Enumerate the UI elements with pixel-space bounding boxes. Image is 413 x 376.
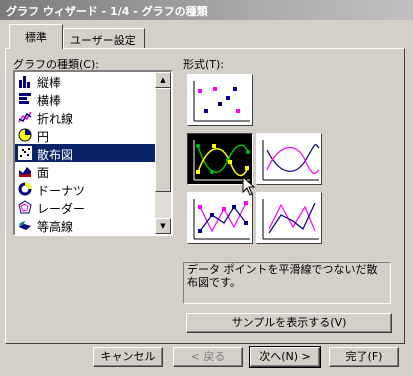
list-item-column[interactable]: 縦棒: [15, 72, 155, 90]
scroll-down-button[interactable]: ▼: [155, 218, 171, 234]
list-item-line[interactable]: 折れ線: [15, 108, 155, 126]
description-text: データ ポイントを平滑線でつないだ散布図です。: [187, 263, 378, 289]
straight-lines-markers-icon: [193, 199, 250, 240]
subtype-lines[interactable]: [256, 192, 322, 244]
list-item-label: 散布図: [37, 148, 74, 162]
list-item-pie[interactable]: 円: [15, 126, 155, 144]
bar-chart-icon: [19, 93, 31, 104]
scatter-markers-icon: [193, 81, 250, 122]
subtype-scatter-markers[interactable]: [187, 74, 253, 126]
tab-custom-label: ユーザー設定: [70, 34, 136, 47]
list-scrollbar[interactable]: ▲ ▼: [155, 72, 171, 234]
pie-chart-icon: [18, 128, 32, 142]
list-item-label: 横棒: [37, 94, 62, 108]
cancel-button[interactable]: キャンセル: [93, 347, 163, 367]
surface-chart-icon: [19, 221, 31, 230]
list-item-label: 円: [37, 130, 50, 144]
scatter-chart-icon: [18, 146, 32, 160]
description-box: データ ポイントを平滑線でつないだ散布図です。: [183, 262, 391, 304]
column-chart-icon: [19, 76, 30, 88]
next-button[interactable]: 次へ(N) >: [249, 346, 321, 368]
finish-button-label: 完了(F): [345, 350, 383, 363]
tab-standard[interactable]: 標準: [9, 24, 63, 49]
title-bar: グラフ ウィザード - 1/4 - グラフの種類: [0, 0, 413, 20]
tab-strip: 標準 ユーザー設定: [5, 24, 405, 49]
list-item-surface[interactable]: 等高線: [15, 216, 155, 234]
preview-button-label: サンプルを表示する(V): [231, 316, 347, 329]
preview-button[interactable]: サンプルを表示する(V): [186, 313, 392, 333]
list-item-scatter[interactable]: 散布図: [15, 144, 155, 162]
list-item-label: 縦棒: [37, 76, 62, 90]
subtype-lines-markers[interactable]: [187, 192, 253, 244]
back-button-label: < 戻る: [190, 350, 226, 363]
list-item-bar[interactable]: 横棒: [15, 90, 155, 108]
list-item-label: 等高線: [37, 220, 74, 234]
mouse-cursor-icon: [242, 176, 256, 196]
list-item-label: ドーナツ: [37, 184, 86, 198]
radar-chart-icon: [18, 200, 32, 214]
area-chart-icon: [19, 167, 31, 177]
back-button[interactable]: < 戻る: [173, 347, 243, 367]
tab-standard-label: 標準: [25, 31, 47, 44]
cancel-button-label: キャンセル: [100, 350, 156, 363]
doughnut-chart-icon: [18, 182, 32, 196]
tab-custom[interactable]: ユーザー設定: [63, 28, 145, 48]
list-item-area[interactable]: 面: [15, 162, 155, 180]
subtype-smoothed-lines[interactable]: [256, 133, 322, 185]
next-button-label: 次へ(N) >: [259, 350, 311, 363]
chart-type-list[interactable]: 縦棒 横棒 折れ線 円 散布図 面 ドーナツ レーダー 等高線 ▲ ▼: [13, 70, 173, 236]
finish-button[interactable]: 完了(F): [329, 347, 399, 367]
list-item-radar[interactable]: レーダー: [15, 198, 155, 216]
window-title: グラフ ウィザード - 1/4 - グラフの種類: [6, 5, 208, 18]
line-chart-icon: [18, 111, 32, 123]
list-item-label: 面: [37, 166, 50, 180]
list-item-label: レーダー: [37, 202, 86, 216]
subtype-label: 形式(T):: [183, 58, 225, 71]
smoothed-lines-icon: [262, 140, 320, 181]
list-item-doughnut[interactable]: ドーナツ: [15, 180, 155, 198]
list-item-label: 折れ線: [37, 112, 74, 126]
scroll-up-button[interactable]: ▲: [155, 72, 171, 88]
straight-lines-icon: [262, 199, 319, 240]
scroll-thumb[interactable]: [155, 88, 171, 192]
